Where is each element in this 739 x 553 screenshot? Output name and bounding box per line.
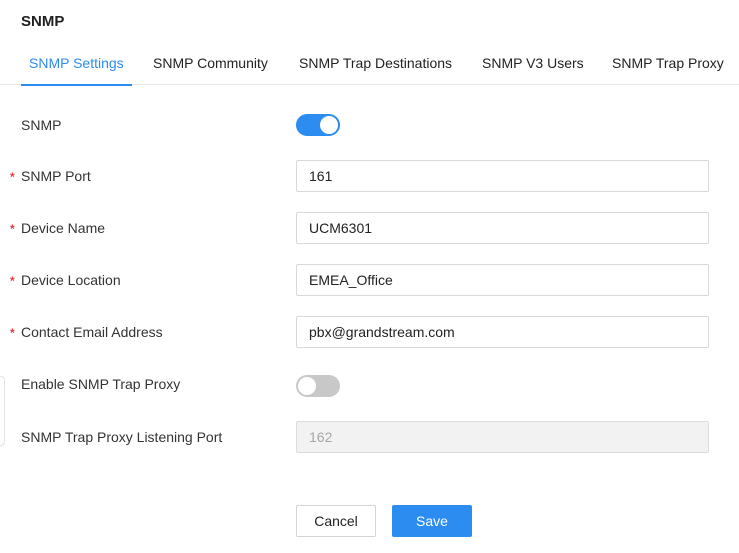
toggle-knob xyxy=(320,116,338,134)
page-title: SNMP xyxy=(21,13,65,30)
contact-email-label: Contact Email Address xyxy=(21,324,163,340)
snmp-label: SNMP xyxy=(21,117,62,133)
snmp-port-input[interactable] xyxy=(296,160,709,192)
trap-proxy-port-input xyxy=(296,421,709,453)
tab-snmp-settings[interactable]: SNMP Settings xyxy=(21,55,132,86)
cancel-button[interactable]: Cancel xyxy=(296,505,376,537)
trap-proxy-toggle[interactable] xyxy=(296,375,340,397)
tab-snmp-trap-destinations[interactable]: SNMP Trap Destinations xyxy=(299,55,452,85)
save-button[interactable]: Save xyxy=(392,505,472,537)
required-marker: * xyxy=(10,222,15,236)
snmp-toggle[interactable] xyxy=(296,114,340,136)
device-location-input[interactable] xyxy=(296,264,709,296)
trap-proxy-label: Enable SNMP Trap Proxy xyxy=(21,376,181,392)
device-name-input[interactable] xyxy=(296,212,709,244)
required-marker: * xyxy=(10,326,15,340)
tab-bar: SNMP Settings SNMP Community SNMP Trap D… xyxy=(0,48,739,86)
tab-snmp-community[interactable]: SNMP Community xyxy=(153,55,268,85)
tab-snmp-trap-proxy[interactable]: SNMP Trap Proxy xyxy=(612,55,724,85)
side-panel-edge xyxy=(0,376,5,446)
snmp-port-label: SNMP Port xyxy=(21,168,91,184)
device-location-label: Device Location xyxy=(21,272,121,288)
tab-snmp-v3-users[interactable]: SNMP V3 Users xyxy=(482,55,584,85)
contact-email-input[interactable] xyxy=(296,316,709,348)
device-name-label: Device Name xyxy=(21,220,106,236)
trap-proxy-port-label: SNMP Trap Proxy Listening Port xyxy=(21,429,223,445)
required-marker: * xyxy=(10,274,15,288)
toggle-knob xyxy=(298,377,316,395)
required-marker: * xyxy=(10,170,15,184)
